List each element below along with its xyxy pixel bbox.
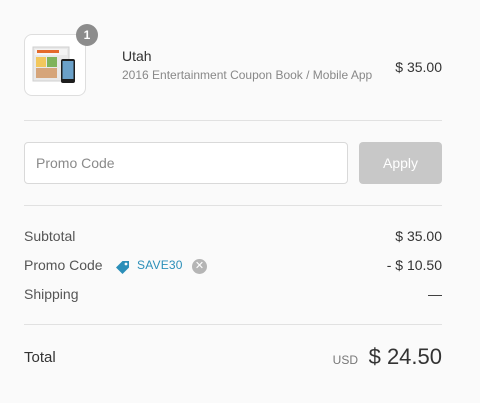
applied-promo-code: SAVE30: [137, 258, 183, 272]
product-price: $ 35.00: [395, 59, 442, 75]
shipping-value: —: [428, 286, 442, 302]
price-breakdown: Subtotal $ 35.00 Promo Code SAVE30 ✕ - $…: [24, 206, 442, 324]
cart-item: 1 Utah 2016 Entertainment Coupon Book / …: [24, 0, 442, 120]
promo-row: Promo Code SAVE30 ✕ - $ 10.50: [24, 257, 442, 277]
promo-code-form: Apply: [24, 121, 442, 205]
coupon-book-image-icon: [32, 46, 75, 83]
order-summary: 1 Utah 2016 Entertainment Coupon Book / …: [24, 0, 442, 403]
quantity-badge: 1: [76, 24, 98, 46]
product-thumbnail: [24, 34, 86, 96]
total-value: $ 24.50: [368, 344, 442, 369]
subtotal-value: $ 35.00: [395, 228, 442, 244]
product-variant: 2016 Entertainment Coupon Book / Mobile …: [122, 68, 373, 82]
promo-code-input[interactable]: [24, 142, 348, 184]
promo-discount-value: - $ 10.50: [386, 257, 442, 273]
apply-button[interactable]: Apply: [359, 142, 442, 184]
product-name: Utah: [122, 48, 152, 64]
promo-label: Promo Code: [24, 257, 103, 273]
currency-code: USD: [332, 353, 358, 367]
total-label: Total: [24, 349, 56, 366]
tag-icon: [116, 261, 129, 274]
shipping-row: Shipping —: [24, 286, 442, 306]
shipping-label: Shipping: [24, 286, 79, 302]
subtotal-row: Subtotal $ 35.00: [24, 228, 442, 248]
total-row: Total USD $ 24.50: [24, 325, 442, 403]
remove-promo-icon[interactable]: ✕: [192, 259, 207, 274]
subtotal-label: Subtotal: [24, 228, 76, 244]
